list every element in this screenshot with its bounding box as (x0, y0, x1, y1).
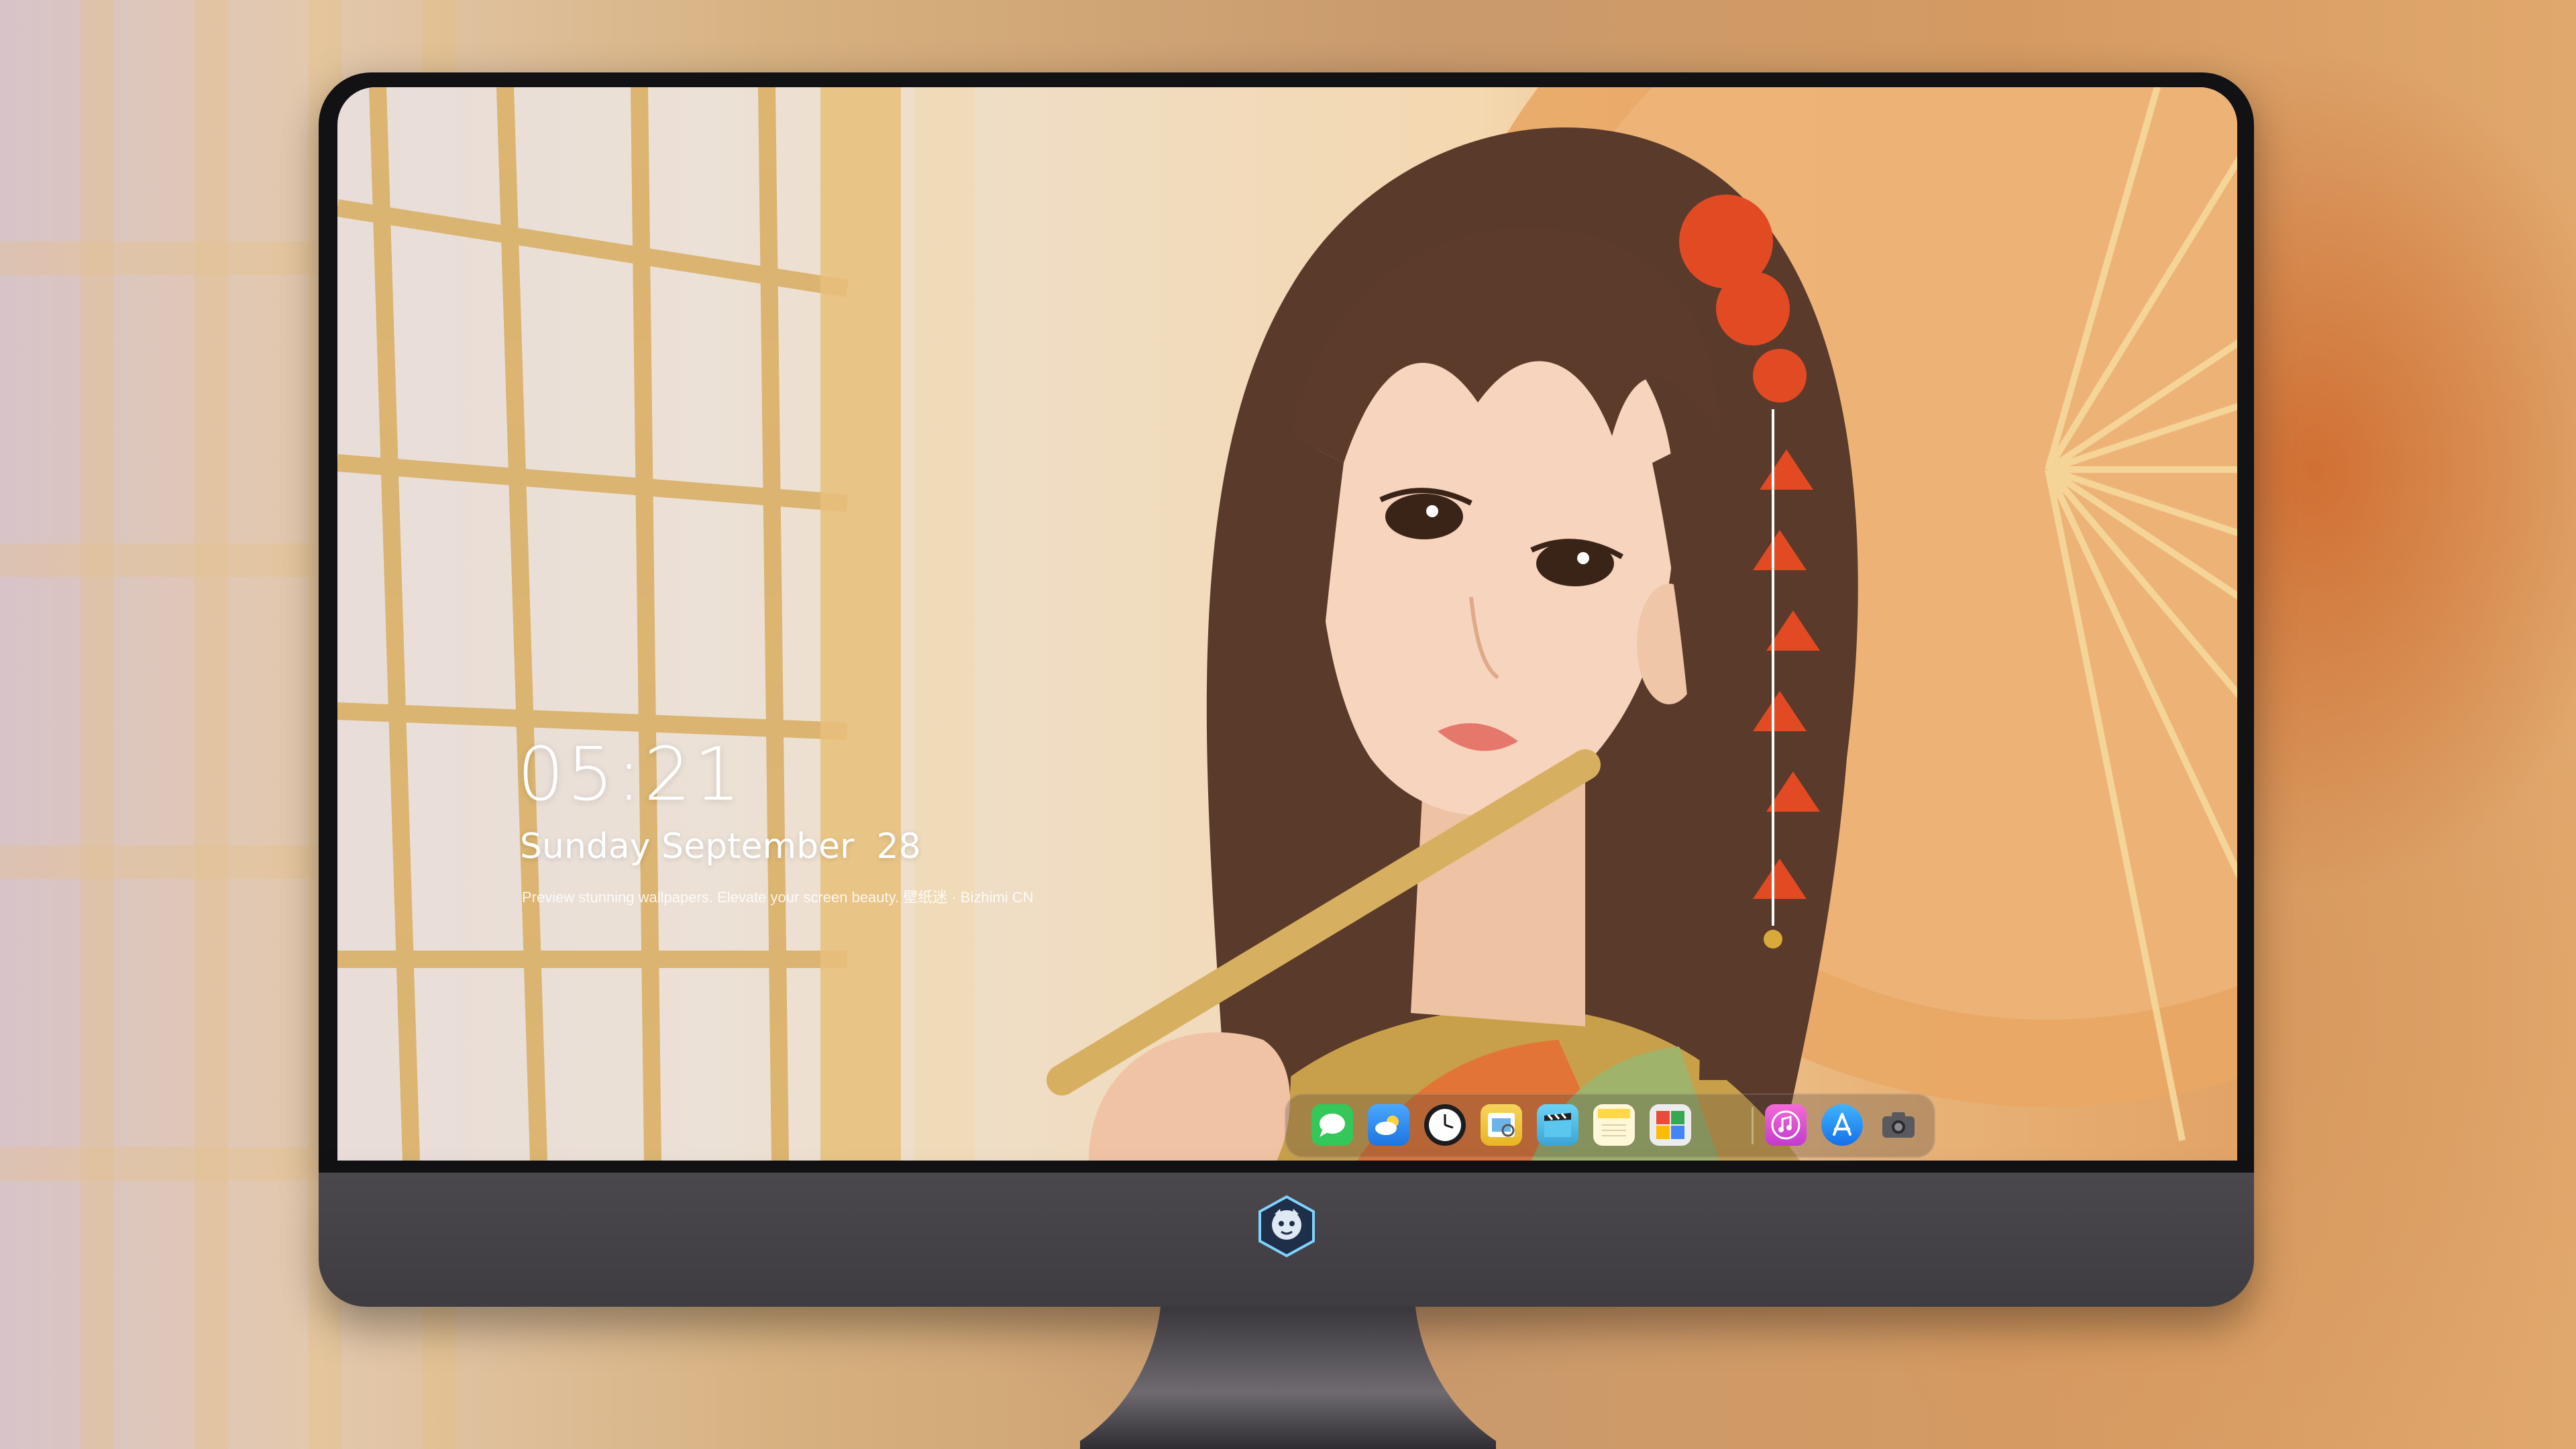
lockscreen-time: 05:21 (517, 731, 744, 817)
dragon-mascot-logo (1258, 1195, 1315, 1258)
desktop-screen: 05:21 Sunday September 28 Preview stunni… (337, 87, 2237, 1161)
wallpaper-portrait (1046, 127, 1858, 1161)
lockscreen-tagline: Preview stunning wallpapers. Elevate you… (522, 889, 1034, 906)
dock (1285, 1093, 1935, 1158)
clips-icon[interactable] (1537, 1104, 1578, 1146)
lockscreen-date: Sunday September 28 (520, 826, 921, 867)
notes-icon[interactable] (1593, 1104, 1635, 1146)
app-store-icon[interactable] (1821, 1104, 1863, 1146)
dock-separator (1752, 1107, 1754, 1144)
monitor: 05:21 Sunday September 28 Preview stunni… (319, 72, 2254, 1307)
weather-icon[interactable] (1368, 1104, 1409, 1146)
itunes-icon[interactable] (1765, 1104, 1807, 1146)
screenshot-icon[interactable] (1878, 1104, 1919, 1146)
wallpaper-shoji-screen (337, 87, 975, 1161)
preview-icon[interactable] (1481, 1104, 1522, 1146)
clock-icon[interactable] (1424, 1104, 1466, 1146)
photo-booth-icon[interactable] (1650, 1104, 1691, 1146)
messages-icon[interactable] (1311, 1104, 1353, 1146)
monitor-stand (1080, 1307, 1496, 1449)
